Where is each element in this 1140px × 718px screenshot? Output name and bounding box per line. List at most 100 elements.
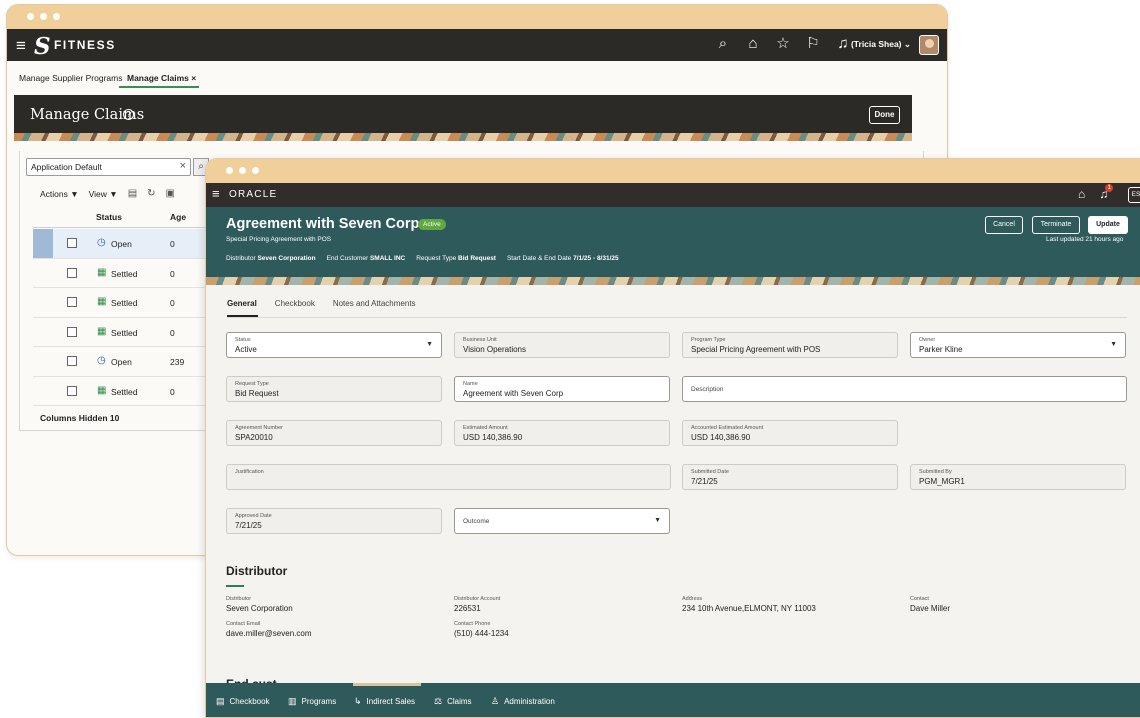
cancel-button[interactable]: Cancel: [985, 216, 1023, 234]
contact-info: Contact Dave Miller: [910, 596, 950, 613]
brand-name: FITNESS: [54, 38, 116, 52]
tab-notes-attachments[interactable]: Notes and Attachments: [333, 299, 416, 308]
bottom-nav: [206, 683, 1140, 717]
tab-manage-claims[interactable]: Manage Claims ×: [127, 73, 196, 83]
close-icon[interactable]: ×: [191, 73, 196, 83]
owner-select[interactable]: Owner Parker Kline ▼: [910, 332, 1126, 358]
table-row[interactable]: ▦ Settled 0: [33, 377, 213, 406]
status-select[interactable]: Status Active ▼: [226, 332, 442, 358]
actions-menu[interactable]: Actions ▼: [40, 189, 79, 199]
table-header: Status Age: [33, 206, 213, 228]
cash-icon: ▦: [97, 266, 107, 278]
header-pattern: [206, 277, 1140, 285]
row-selector[interactable]: [33, 288, 53, 317]
status-text: Settled: [111, 298, 138, 308]
detach-icon[interactable]: ▣: [166, 188, 175, 199]
tab-manage-supplier-programs[interactable]: Manage Supplier Programs: [19, 73, 122, 83]
row-checkbox[interactable]: [67, 267, 77, 278]
table-row[interactable]: ▦ Settled 0: [33, 259, 213, 288]
home-icon[interactable]: ⌂: [745, 36, 761, 52]
row-checkbox[interactable]: [67, 326, 77, 337]
address-info: Address 234 10th Avenue,ELMONT, NY 11003: [682, 596, 816, 613]
justification-field: Justification: [226, 464, 671, 490]
tab-label: Manage Claims: [127, 73, 189, 83]
table-row[interactable]: ▦ Settled 0: [33, 288, 213, 318]
freeze-icon[interactable]: ▤: [128, 188, 137, 199]
brand-logo: ORACLE: [229, 189, 278, 200]
refresh-icon[interactable]: ↻: [147, 188, 155, 199]
tabs-divider: [227, 317, 1127, 318]
user-menu[interactable]: (Tricia Shea) ⌄: [851, 39, 911, 50]
row-selector[interactable]: [33, 377, 53, 406]
outcome-select[interactable]: Outcome ▼: [454, 508, 670, 534]
table-row[interactable]: ▦ Settled 0: [33, 318, 213, 347]
terminate-button[interactable]: Terminate: [1032, 216, 1080, 234]
tab-general[interactable]: General: [227, 299, 257, 308]
column-header-age[interactable]: Age: [170, 212, 186, 222]
description-input[interactable]: Description: [682, 376, 1127, 402]
help-icon[interactable]: ?: [123, 109, 134, 120]
home-icon[interactable]: ⌂: [1078, 187, 1085, 201]
status-badge: Active: [418, 219, 446, 230]
nav-checkbook[interactable]: ▤ Checkbook: [216, 696, 270, 707]
dropdown-icon[interactable]: ▼: [1110, 341, 1117, 348]
search-icon[interactable]: ⌕: [715, 36, 731, 52]
age-value: 0: [170, 268, 175, 279]
row-selector[interactable]: [33, 229, 53, 258]
window-controls[interactable]: [226, 167, 259, 174]
status-text: Open: [111, 357, 132, 367]
menu-icon[interactable]: ≡: [212, 187, 220, 200]
name-input[interactable]: Name Agreement with Seven Corp: [454, 376, 670, 402]
info-label: Contact: [910, 596, 929, 602]
last-updated: Last updated 21 hours ago: [1046, 236, 1124, 243]
header-meta: Distributor Seven Corporation End Custom…: [226, 255, 619, 262]
field-label: Name: [463, 381, 478, 387]
nav-programs[interactable]: ▥ Programs: [288, 696, 336, 707]
meta-value: 7/1/25 - 8/31/25: [573, 255, 619, 262]
info-value: 234 10th Avenue,ELMONT, NY 11003: [682, 604, 816, 613]
star-icon[interactable]: ☆: [775, 36, 791, 52]
bell-icon[interactable]: ♫: [835, 36, 851, 52]
nav-label: Claims: [447, 697, 472, 706]
distributor-info: Distributor Seven Corporation: [226, 596, 293, 613]
estimated-amount-field: Estimated Amount USD 140,386.90: [454, 420, 670, 446]
dropdown-icon[interactable]: ▼: [426, 341, 433, 348]
row-selector[interactable]: [33, 259, 53, 288]
meta-value: Seven Corporation: [257, 255, 316, 262]
meta-label: Request Type: [416, 255, 457, 262]
avatar[interactable]: [919, 35, 939, 55]
active-tab-indicator: [119, 86, 199, 88]
nav-administration[interactable]: ♙ Administration: [491, 696, 555, 707]
view-menu[interactable]: View ▼: [89, 189, 118, 199]
window-controls[interactable]: [27, 13, 60, 20]
tab-checkbook[interactable]: Checkbook: [275, 299, 315, 308]
row-checkbox[interactable]: [67, 356, 77, 366]
saved-search-input[interactable]: Application Default ×: [26, 158, 191, 176]
row-selector[interactable]: [33, 318, 53, 347]
meta-label: Start Date & End Date: [506, 255, 572, 262]
field-label: Request Type: [235, 381, 269, 387]
notifications-icon[interactable]: ♫ 1: [1099, 184, 1114, 201]
flag-icon[interactable]: ⚐: [805, 36, 821, 52]
clear-icon[interactable]: ×: [180, 160, 186, 172]
row-checkbox[interactable]: [67, 238, 77, 248]
nav-indirect-sales[interactable]: ↳ Indirect Sales: [354, 696, 415, 707]
field-value: 7/21/25: [691, 477, 718, 486]
user-initials[interactable]: ES: [1128, 187, 1140, 203]
row-checkbox[interactable]: [67, 297, 77, 307]
nav-label: Indirect Sales: [366, 697, 416, 706]
field-label: Business Unit: [463, 337, 497, 343]
table-row[interactable]: ◷ Open 0: [33, 229, 213, 259]
menu-icon[interactable]: ≡: [16, 37, 26, 54]
row-selector[interactable]: [33, 347, 53, 376]
update-button[interactable]: Update: [1088, 216, 1128, 234]
table-row[interactable]: ◷ Open 239: [33, 347, 213, 377]
column-header-status[interactable]: Status: [96, 212, 122, 222]
info-value: dave.miller@seven.com: [226, 629, 312, 638]
row-checkbox[interactable]: [67, 385, 77, 396]
meta-value: Bid Request: [458, 255, 496, 262]
nav-claims[interactable]: ⚖ Claims: [434, 696, 472, 707]
age-value: 0: [170, 386, 175, 397]
done-button[interactable]: Done: [869, 106, 900, 124]
dropdown-icon[interactable]: ▼: [654, 517, 661, 524]
